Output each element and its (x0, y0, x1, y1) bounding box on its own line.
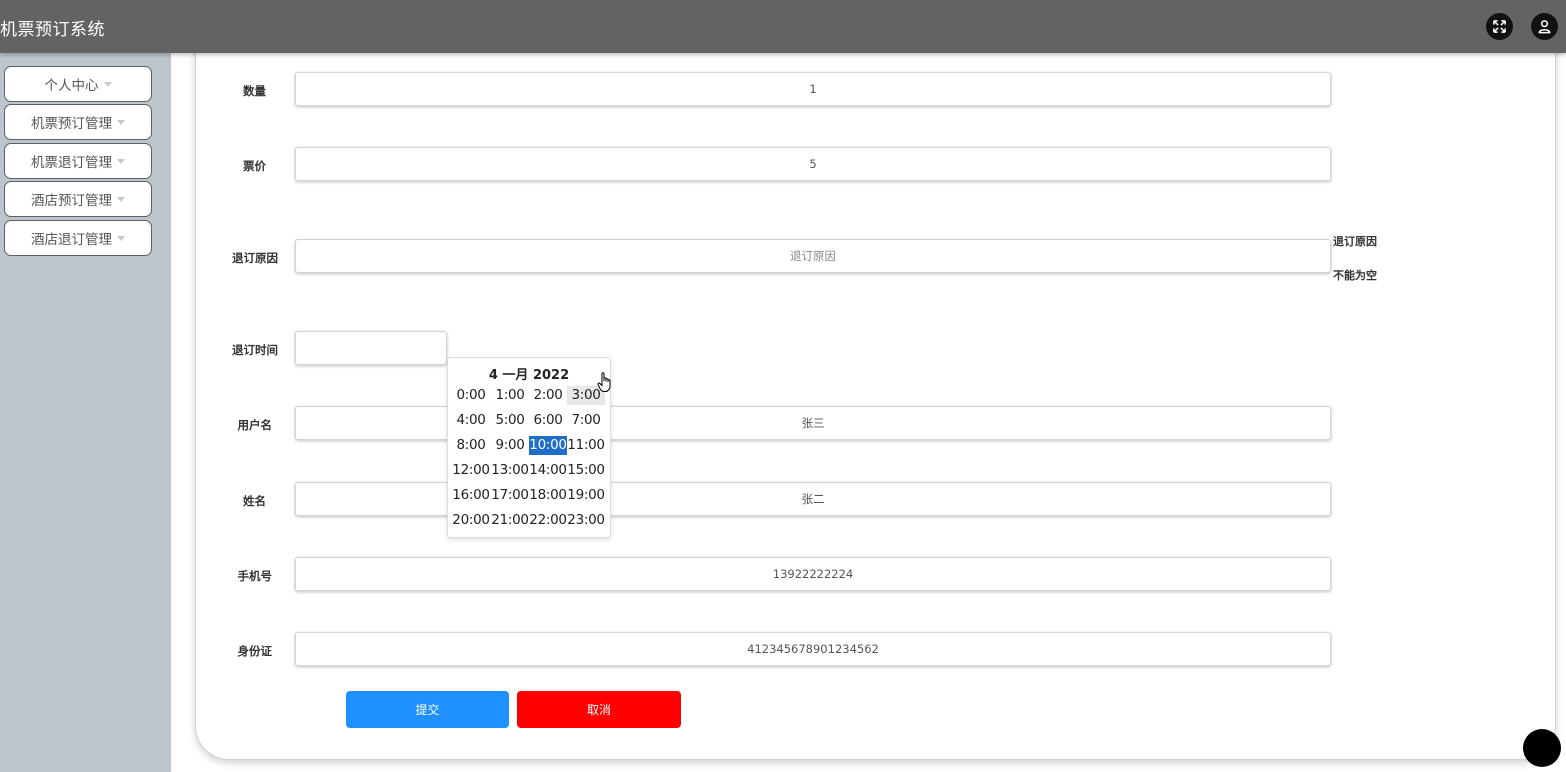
hour-option[interactable]: 17:00 (491, 486, 529, 505)
chevron-down-icon (117, 158, 125, 164)
sidebar-item-label: 个人中心 (44, 78, 99, 94)
fullscreen-icon[interactable] (1486, 13, 1513, 40)
hour-option[interactable]: 19:00 (567, 486, 605, 505)
top-bar: 机票预订系统 (0, 0, 1566, 53)
cancel-button[interactable]: 取消 (517, 691, 681, 728)
sidebar: 个人中心 机票预订管理 机票退订管理 酒店预订管理 酒店退订管理 (0, 53, 171, 772)
submit-button[interactable]: 提交 (346, 691, 509, 728)
phone-field[interactable]: 13922222224 (295, 557, 1331, 591)
quantity-field[interactable]: 1 (295, 72, 1331, 106)
hour-option[interactable]: 2:00 (529, 386, 567, 405)
hour-option[interactable]: 10:00 (529, 436, 567, 455)
sidebar-item-label: 酒店退订管理 (31, 232, 112, 248)
chevron-down-icon (117, 235, 125, 241)
hour-option[interactable]: 13:00 (491, 461, 529, 480)
hour-option[interactable]: 6:00 (529, 411, 567, 430)
hour-option[interactable]: 12:00 (452, 461, 490, 480)
hour-option[interactable]: 7:00 (567, 411, 605, 430)
hour-option[interactable]: 18:00 (529, 486, 567, 505)
hour-option[interactable]: 11:00 (567, 436, 605, 455)
reason-error-line1: 退订原因 (1333, 235, 1377, 248)
chevron-down-icon (103, 81, 112, 87)
hour-option[interactable]: 0:00 (452, 386, 490, 405)
hour-option[interactable]: 9:00 (491, 436, 529, 455)
hour-option[interactable]: 23:00 (567, 511, 605, 530)
chevron-down-icon (117, 119, 125, 125)
price-field[interactable]: 5 (295, 147, 1331, 181)
hour-option[interactable]: 16:00 (452, 486, 490, 505)
picker-date-title[interactable]: 4 一月 2022 (448, 364, 610, 383)
hour-option[interactable]: 14:00 (529, 461, 567, 480)
hour-option[interactable]: 5:00 (491, 411, 529, 430)
id-card-field[interactable]: 412345678901234562 (295, 632, 1331, 666)
sidebar-item-label: 机票退订管理 (31, 155, 112, 171)
username-label: 用户名 (237, 418, 273, 432)
chevron-down-icon (117, 196, 125, 202)
hand-cursor-icon (597, 372, 613, 398)
sidebar-item-flight-refund[interactable]: 机票退订管理 (4, 143, 152, 179)
hour-option[interactable]: 21:00 (491, 511, 529, 530)
id-card-label: 身份证 (237, 644, 273, 658)
sidebar-item-hotel-refund[interactable]: 酒店退订管理 (4, 220, 152, 256)
floating-action-button[interactable] (1523, 729, 1561, 767)
hour-option[interactable]: 15:00 (567, 461, 605, 480)
sidebar-item-profile[interactable]: 个人中心 (4, 66, 152, 102)
hour-option[interactable]: 8:00 (452, 436, 490, 455)
time-picker-popup: 4 一月 2022 0:00 1:00 2:00 3:00 4:00 5:00 6:00 7:… (447, 357, 611, 538)
quantity-label: 数量 (243, 84, 266, 98)
name-label: 姓名 (243, 494, 266, 508)
app-title: 机票预订系统 (0, 20, 105, 40)
sidebar-item-label: 机票预订管理 (31, 116, 112, 132)
hour-option[interactable]: 20:00 (452, 511, 490, 530)
price-label: 票价 (243, 159, 266, 173)
refund-time-label: 退订时间 (232, 343, 278, 357)
hour-option[interactable]: 1:00 (491, 386, 529, 405)
sidebar-item-label: 酒店预订管理 (31, 193, 112, 209)
sidebar-item-hotel-booking[interactable]: 酒店预订管理 (4, 181, 152, 217)
reason-label: 退订原因 (232, 251, 278, 265)
sidebar-item-flight-booking[interactable]: 机票预订管理 (4, 104, 152, 140)
reason-error-line2: 不能为空 (1333, 269, 1377, 282)
hour-option[interactable]: 4:00 (452, 411, 490, 430)
user-icon[interactable] (1531, 13, 1558, 40)
hour-option[interactable]: 22:00 (529, 511, 567, 530)
phone-label: 手机号 (237, 569, 273, 583)
refund-time-field[interactable] (295, 331, 447, 365)
reason-field[interactable]: 退订原因 (295, 239, 1331, 273)
